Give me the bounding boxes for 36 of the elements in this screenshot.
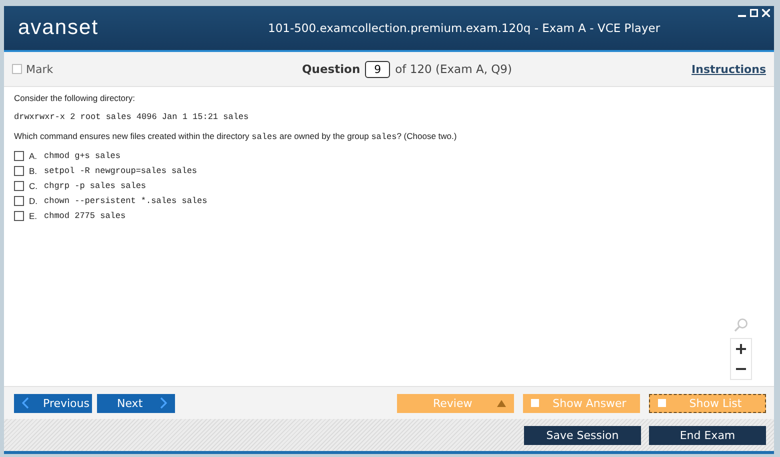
question-intro: Consider the following directory: bbox=[14, 93, 136, 103]
mark-checkbox[interactable] bbox=[12, 64, 22, 74]
mark-label[interactable]: Mark bbox=[26, 62, 54, 76]
option-text: setpol -R newgroup=sales sales bbox=[44, 166, 198, 176]
triangle-up-icon bbox=[497, 400, 506, 406]
option-letter: D. bbox=[29, 196, 38, 206]
option-letter: C. bbox=[29, 181, 38, 191]
option-text: chgrp -p sales sales bbox=[44, 181, 146, 191]
instructions-link[interactable]: Instructions bbox=[692, 62, 766, 76]
chevron-right-icon bbox=[160, 397, 167, 409]
maximize-icon[interactable] bbox=[750, 9, 758, 17]
answer-checkbox[interactable] bbox=[14, 196, 24, 206]
end-exam-button[interactable]: End Exam bbox=[649, 426, 766, 444]
previous-button[interactable]: Previous bbox=[14, 394, 92, 412]
question-number-field[interactable]: 9 bbox=[365, 60, 390, 78]
close-icon[interactable] bbox=[762, 9, 770, 17]
zoom-in-icon[interactable] bbox=[736, 344, 746, 354]
question-count: of 120 (Exam A, Q9) bbox=[395, 62, 512, 76]
answer-checkbox[interactable] bbox=[14, 166, 24, 176]
window-title: 101-500.examcollection.premium.exam.120q - Exam A - VCE Player bbox=[268, 21, 660, 35]
directory-listing: drwxrwxr-x 2 root sales 4096 Jan 1 15:21 sales bbox=[14, 112, 250, 122]
option-letter: B. bbox=[29, 166, 38, 176]
option-letter: E. bbox=[29, 211, 38, 221]
option-letter: A. bbox=[29, 151, 38, 161]
save-session-button[interactable]: Save Session bbox=[524, 426, 641, 444]
question-label: Question bbox=[302, 62, 360, 76]
option-text: chmod g+s sales bbox=[44, 151, 121, 161]
option-text: chmod 2775 sales bbox=[44, 211, 126, 221]
answer-checkbox[interactable] bbox=[14, 181, 24, 191]
answer-checkbox[interactable] bbox=[14, 211, 24, 221]
chevron-left-icon bbox=[22, 397, 29, 409]
logo: avanset bbox=[18, 16, 100, 40]
option-text: chown --persistent *.sales sales bbox=[44, 196, 208, 206]
answer-checkbox[interactable] bbox=[14, 151, 24, 161]
question-text: Which command ensures new files created within the directory sales are owned by the group sales? (Choose two.) bbox=[14, 131, 458, 142]
next-button[interactable]: Next bbox=[97, 394, 175, 412]
